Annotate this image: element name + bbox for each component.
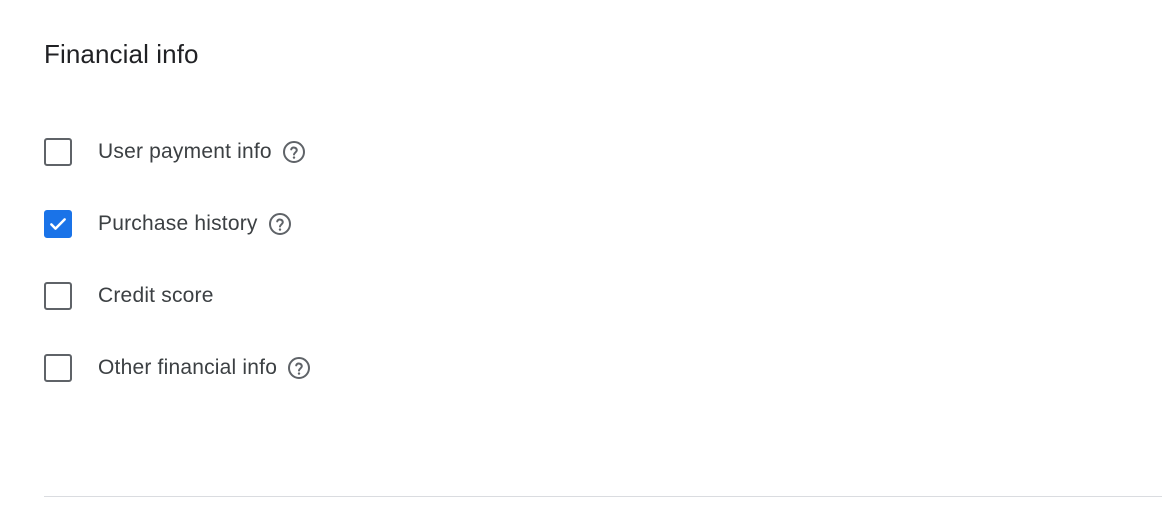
option-other-financial-info: Other financial info xyxy=(44,350,311,386)
section-divider xyxy=(44,496,1162,497)
purchase-history-label[interactable]: Purchase history xyxy=(98,210,258,238)
option-credit-score: Credit score xyxy=(44,278,311,314)
help-circle-icon[interactable] xyxy=(282,140,306,164)
credit-score-checkbox[interactable] xyxy=(44,282,72,310)
user-payment-info-label[interactable]: User payment info xyxy=(98,138,272,166)
purchase-history-checkbox[interactable] xyxy=(44,210,72,238)
user-payment-info-checkbox[interactable] xyxy=(44,138,72,166)
other-financial-info-checkbox[interactable] xyxy=(44,354,72,382)
option-user-payment-info: User payment info xyxy=(44,134,311,170)
section-title: Financial info xyxy=(44,39,199,69)
credit-score-label[interactable]: Credit score xyxy=(98,282,214,310)
help-circle-icon[interactable] xyxy=(268,212,292,236)
option-purchase-history: Purchase history xyxy=(44,206,311,242)
check-icon xyxy=(50,218,66,230)
financial-info-options: User payment info Purchase history Credi… xyxy=(44,134,311,422)
other-financial-info-label[interactable]: Other financial info xyxy=(98,354,277,382)
help-circle-icon[interactable] xyxy=(287,356,311,380)
